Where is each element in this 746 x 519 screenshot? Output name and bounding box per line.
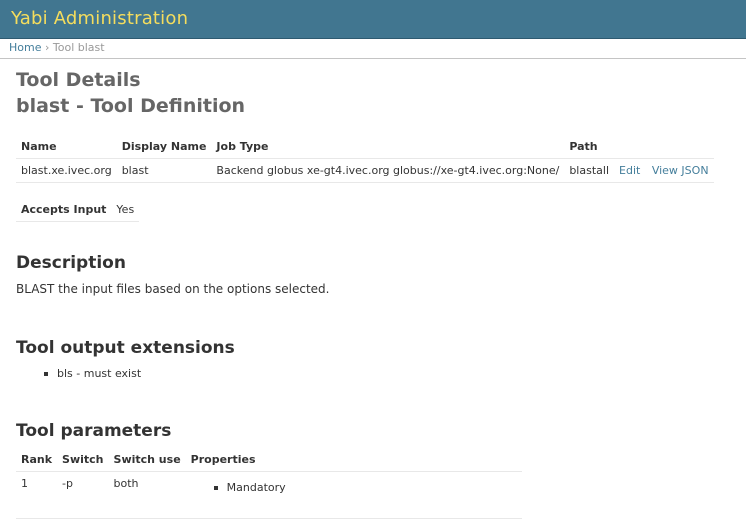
- page-subtitle: blast - Tool Definition: [16, 95, 246, 117]
- accepts-input-table: Accepts Input Yes: [16, 198, 140, 222]
- tool-details-table: Name Display Name Job Type Path blast.xe…: [16, 135, 714, 183]
- edit-link[interactable]: Edit: [619, 164, 640, 177]
- output-extensions-list: bls - must exist: [44, 367, 141, 380]
- column-header-path: Path: [569, 140, 598, 153]
- param-rank-cell: 1: [16, 471, 58, 519]
- parameters-table: Rank Switch Switch use Properties 1 -p b…: [16, 448, 522, 519]
- table-row: blast.xe.ivec.org blast Backend globus x…: [16, 158, 714, 183]
- column-header-properties: Properties: [190, 453, 256, 466]
- tool-job-type-cell: Backend globus xe-gt4.ivec.org globus://…: [211, 158, 565, 183]
- column-header-job-type: Job Type: [216, 140, 269, 153]
- parameters-heading: Tool parameters: [16, 421, 172, 441]
- breadcrumb-current: Tool blast: [52, 41, 105, 54]
- breadcrumb-home-link[interactable]: Home: [9, 41, 41, 54]
- column-header-switch: Switch: [62, 453, 104, 466]
- breadcrumb-separator: ›: [44, 41, 50, 54]
- param-switch-use-cell: both: [108, 471, 186, 519]
- column-header-name: Name: [21, 140, 57, 153]
- page-title: Tool Details: [16, 69, 141, 91]
- column-header-display-name: Display Name: [121, 140, 207, 153]
- column-header-switch-use: Switch use: [113, 453, 181, 466]
- table-row: 1 -p both Mandatory: [16, 471, 522, 519]
- tool-path-cell: blastall: [564, 158, 615, 183]
- app-header: Yabi Administration: [0, 0, 746, 39]
- view-json-link[interactable]: View JSON: [652, 164, 709, 177]
- breadcrumb: Home › Tool blast: [0, 39, 746, 59]
- tool-actions-cell: Edit View JSON: [614, 158, 714, 183]
- table-row: Accepts Input Yes: [16, 198, 140, 222]
- output-extensions-heading: Tool output extensions: [16, 338, 235, 358]
- description-text: BLAST the input files based on the optio…: [16, 282, 330, 296]
- description-heading: Description: [16, 253, 126, 273]
- column-header-rank: Rank: [21, 453, 53, 466]
- site-title[interactable]: Yabi Administration: [11, 8, 188, 29]
- param-properties-cell: Mandatory: [185, 471, 522, 519]
- column-header-actions: [614, 135, 714, 159]
- accepts-input-label: Accepts Input: [21, 203, 107, 216]
- tool-display-name-cell: blast: [116, 158, 212, 183]
- tool-name-cell: blast.xe.ivec.org: [16, 158, 117, 183]
- list-item: bls - must exist: [44, 367, 141, 380]
- list-item: Mandatory: [213, 481, 517, 494]
- properties-list: Mandatory: [213, 481, 517, 494]
- param-switch-cell: -p: [57, 471, 109, 519]
- accepts-input-value: Yes: [116, 203, 135, 216]
